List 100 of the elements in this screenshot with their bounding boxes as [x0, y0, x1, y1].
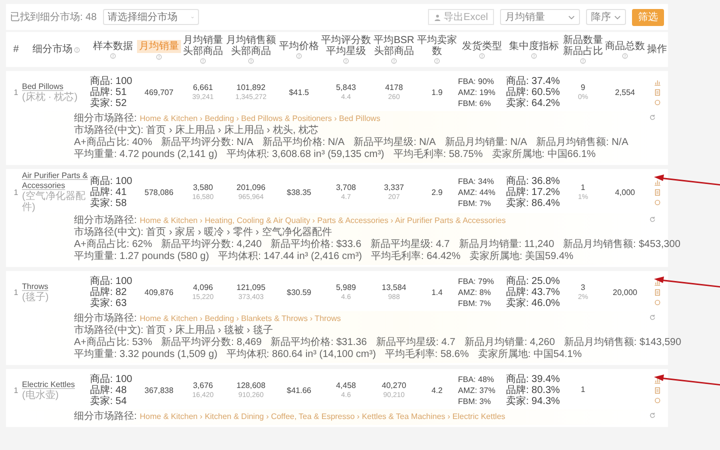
- market-name[interactable]: Bed Pillows: [22, 82, 64, 92]
- sample-stat: 卖家: 52: [90, 98, 127, 108]
- table-cell: 9: [580, 82, 586, 92]
- concentration-stat: 品牌: 43.7%: [506, 286, 560, 298]
- market-name[interactable]: Throws: [22, 282, 48, 292]
- circle-icon[interactable]: [654, 396, 660, 404]
- refresh-icon[interactable]: [649, 114, 656, 121]
- refresh-icon[interactable]: [649, 412, 656, 419]
- refresh-icon[interactable]: [649, 216, 656, 223]
- column-header[interactable]: 平均价格: [278, 40, 320, 58]
- sample-stat: 商品: 100: [90, 374, 132, 384]
- concentration-stat: 卖家: 86.4%: [506, 198, 560, 208]
- path-label: 细分市场路径:: [74, 113, 137, 124]
- detail-stat: 市场路径(中文): 首页 › 床上用品 › 床上用品 › 枕头, 枕芯: [74, 125, 318, 136]
- column-header[interactable]: 平均BSR头部商品: [372, 35, 416, 64]
- info-icon: [580, 58, 586, 64]
- fulfillment-stat: AMZ: 8%: [458, 286, 491, 298]
- table-cell-text: 4.2: [430, 386, 444, 394]
- table-cell: 128,608: [236, 380, 266, 390]
- table-cell-text: 1.4: [430, 288, 444, 296]
- market-name[interactable]: Air Purifier Parts & Accessories: [22, 171, 90, 191]
- column-header[interactable]: 操作: [646, 44, 668, 55]
- info-icon: [110, 52, 116, 58]
- table-cell: 4,458: [336, 380, 356, 390]
- table-cell-text: 2,554: [614, 88, 636, 96]
- info-icon: [434, 58, 440, 64]
- detail-stat: 新品月均销售额: N/A: [536, 137, 628, 148]
- detail-stat: 平均重量: 1.27 pounds (580 g): [74, 251, 210, 263]
- table-cell-text: $38.35: [286, 188, 312, 196]
- detail-stat: 市场路径(中文): 首页 › 床上用品 › 毯被 › 毯子: [74, 325, 273, 336]
- column-header[interactable]: 细分市场: [22, 44, 90, 55]
- path-label: 细分市场路径:: [74, 411, 137, 423]
- detail-stat: 新品平均价格: N/A: [262, 137, 345, 149]
- fulfillment-stat: FBA: 90%: [458, 76, 494, 86]
- table-cell: 5,843: [336, 82, 356, 92]
- detail-stat: 平均毛利率: 58.6%: [384, 349, 469, 361]
- info-icon: [391, 58, 397, 64]
- table-cell: 3,708: [336, 182, 356, 192]
- sample-stat: 卖家: 54: [90, 396, 127, 406]
- column-header[interactable]: 新品数量新品占比: [562, 35, 604, 64]
- circle-icon[interactable]: [654, 298, 660, 306]
- sample-stat: 商品: 100: [90, 76, 132, 86]
- document-icon[interactable]: [654, 88, 660, 96]
- fulfillment-stat: AMZ: 37%: [458, 384, 496, 396]
- row-index: 1: [12, 288, 20, 296]
- detail-stat: A+商品占比: 40%: [74, 137, 152, 148]
- concentration-stat: 品牌: 80.3%: [506, 384, 560, 396]
- circle-icon[interactable]: [654, 98, 660, 106]
- detail-stat: 平均体积: 3,608.68 in³ (59,135 cm³): [226, 149, 384, 161]
- table-cell: 3,676: [192, 380, 214, 390]
- caret-icon: [614, 14, 621, 20]
- column-header[interactable]: 平均卖家数: [416, 35, 458, 64]
- path-label: 细分市场路径:: [74, 313, 137, 324]
- detail-stat: 平均重量: 3.32 pounds (1,509 g): [74, 349, 218, 361]
- concentration-stat: 卖家: 46.0%: [506, 298, 560, 308]
- sort-select[interactable]: 月均销量: [500, 9, 580, 25]
- column-header[interactable]: 月均销售额头部商品: [224, 35, 278, 64]
- table-cell: 3,580: [192, 182, 214, 192]
- document-icon[interactable]: [654, 386, 660, 394]
- bar-chart-icon[interactable]: [654, 178, 660, 186]
- document-icon[interactable]: [654, 288, 660, 296]
- column-header[interactable]: 商品总数: [604, 40, 646, 58]
- column-header[interactable]: 样本数据: [90, 40, 136, 58]
- bar-chart-icon[interactable]: [654, 376, 660, 384]
- detail-stat: 卖家所属地: 中国66.1%: [492, 149, 596, 161]
- detail-stat: 平均毛利率: 58.75%: [393, 149, 483, 161]
- table-cell-text: 578,086: [144, 188, 174, 196]
- table-cell: 4,096: [192, 282, 214, 292]
- document-icon[interactable]: [654, 188, 660, 196]
- table-cell: 101,892: [236, 82, 266, 92]
- column-header[interactable]: 发货类型: [458, 40, 506, 58]
- refresh-icon[interactable]: [649, 314, 656, 321]
- market-name[interactable]: Electric Kettles: [22, 380, 75, 390]
- detail-stat: 平均重量: 4.72 pounds (2,141 g): [74, 149, 218, 161]
- column-header[interactable]: 月均销量头部商品: [182, 35, 224, 64]
- column-header[interactable]: 集中度指标: [506, 40, 562, 58]
- info-icon: [74, 46, 80, 52]
- detail-stat: 新品平均价格: $33.6: [270, 239, 362, 251]
- table-cell: 201,096: [236, 182, 266, 192]
- detail-stat: 新品平均星级: 4.7: [376, 337, 456, 348]
- detail-stat: 新品平均星级: N/A: [354, 137, 436, 148]
- column-header[interactable]: #: [10, 44, 22, 55]
- table-cell: 40,270: [382, 380, 406, 390]
- table-cell: 5,989: [336, 282, 356, 292]
- order-select[interactable]: 降序: [586, 9, 626, 25]
- circle-icon[interactable]: [654, 198, 660, 206]
- detail-stat: 新品平均评分数: N/A: [161, 137, 254, 149]
- detail-stat: 卖家所属地: 中国54.1%: [478, 349, 582, 361]
- concentration-stat: 商品: 39.4%: [506, 374, 560, 384]
- bar-chart-icon[interactable]: [654, 278, 660, 286]
- sample-stat: 品牌: 48: [90, 384, 127, 396]
- table-cell: 1: [580, 182, 586, 192]
- row-index: 1: [12, 386, 20, 394]
- fulfillment-stat: FBM: 3%: [458, 396, 491, 406]
- column-header[interactable]: 平均评分数平均星级: [320, 35, 372, 64]
- info-icon: [343, 58, 349, 64]
- table-cell-text: 409,876: [144, 288, 174, 296]
- table-cell: 6,661: [192, 82, 214, 92]
- sample-stat: 商品: 100: [90, 176, 132, 186]
- table-cell: 13,584: [382, 282, 406, 292]
